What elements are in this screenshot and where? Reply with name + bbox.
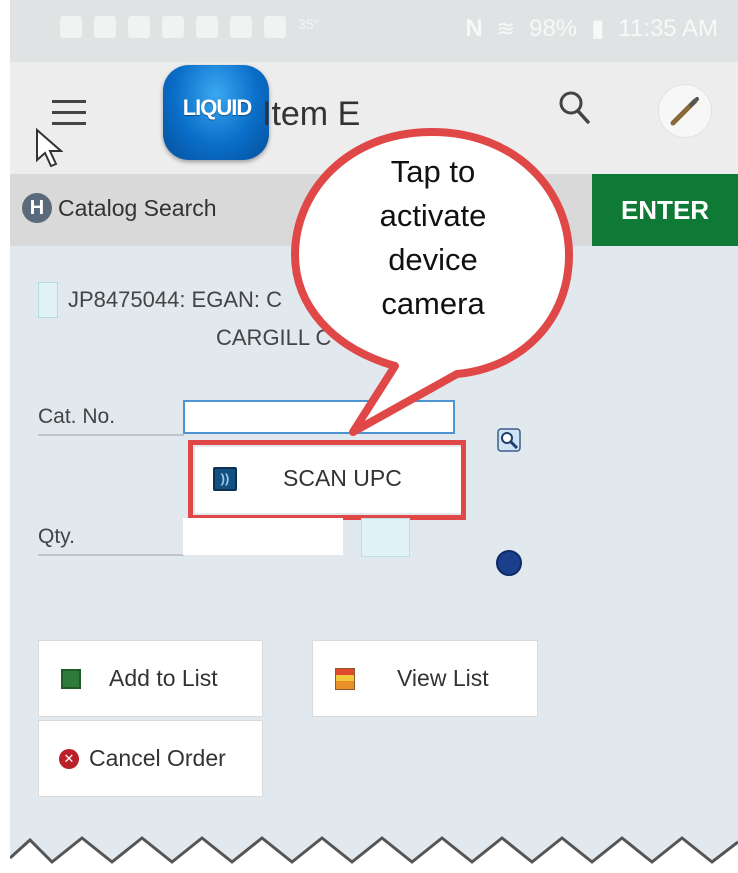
callout-line-3: device	[388, 242, 478, 277]
cat-no-underline	[38, 434, 184, 436]
temperature: 35°	[298, 16, 320, 32]
add-to-list-button[interactable]: Add to List	[38, 640, 263, 717]
key-icon	[264, 16, 286, 38]
catalog-search-label: Catalog Search	[58, 194, 217, 221]
logo-text: LIQUID	[182, 95, 253, 120]
qty-label: Qty.	[38, 525, 75, 548]
qty-unit-box[interactable]	[361, 518, 410, 557]
battery-level: 98%	[529, 14, 578, 42]
callout-line-4: camera	[381, 286, 485, 321]
qty-underline	[38, 554, 184, 556]
wifi-icon: ≋	[496, 15, 516, 41]
cancel-order-button[interactable]: ✕ Cancel Order	[38, 720, 263, 797]
cancel-order-label: Cancel Order	[89, 745, 226, 771]
image-icon	[94, 16, 116, 38]
add-list-icon	[61, 668, 81, 689]
liquid-logo: LIQUID	[163, 65, 269, 160]
nfc-icon: N	[465, 14, 483, 42]
gallery-icon	[230, 16, 252, 38]
add-to-list-label: Add to List	[109, 665, 218, 691]
shield-icon	[196, 16, 218, 38]
battery-icon: ▮	[591, 15, 605, 42]
tool-icon[interactable]	[658, 84, 712, 138]
callout-line-2: activate	[379, 198, 487, 233]
search-icon[interactable]	[558, 90, 590, 124]
view-list-label: View List	[397, 665, 489, 691]
binoculars-icon: H	[22, 193, 52, 223]
callout-text: Tap to activate device camera	[328, 150, 538, 326]
tools-icon	[128, 16, 150, 38]
job-checkbox[interactable]	[38, 282, 58, 318]
menu-icon[interactable]	[52, 100, 86, 126]
job-line-1: JP8475044: EGAN: C	[68, 287, 283, 312]
torn-edge	[10, 836, 738, 873]
wrench-icon	[162, 16, 184, 38]
qty-input[interactable]	[183, 518, 343, 555]
cancel-icon: ✕	[59, 748, 79, 769]
status-bar: 35° N ≋ 98% ▮ 11:35 AM	[10, 0, 738, 62]
enter-button[interactable]: ENTER	[592, 174, 738, 246]
cat-no-label: Cat. No.	[38, 405, 116, 428]
message-icon	[60, 16, 82, 38]
phone-screen: 35° N ≋ 98% ▮ 11:35 AM LIQUID Item E H C…	[10, 0, 738, 873]
refresh-icon[interactable]	[496, 550, 522, 576]
notification-icons: 35°	[60, 16, 319, 38]
view-list-icon	[335, 667, 355, 690]
catalog-search-button[interactable]: H Catalog Search	[22, 193, 217, 223]
view-list-button[interactable]: View List	[312, 640, 538, 717]
callout-line-1: Tap to	[390, 154, 476, 189]
cursor-icon	[36, 128, 63, 168]
scan-highlight-box	[188, 440, 466, 520]
clock: 11:35 AM	[618, 14, 718, 42]
